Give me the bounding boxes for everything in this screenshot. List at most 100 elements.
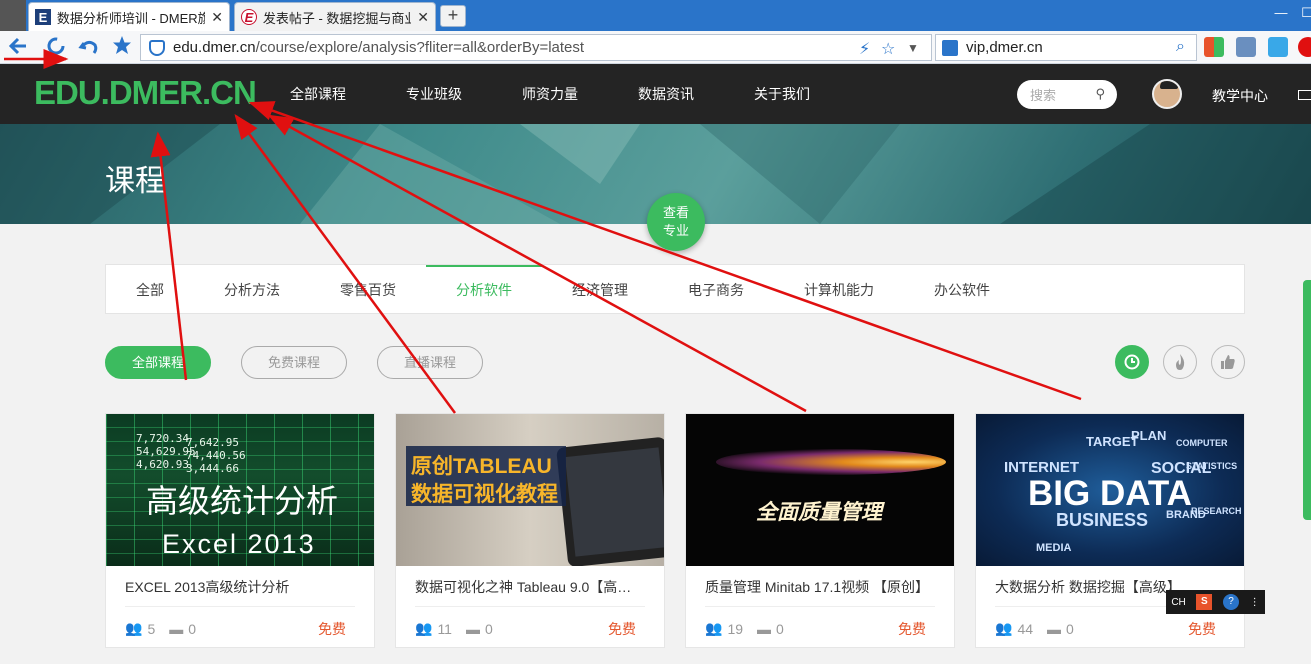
url-input[interactable]: edu.dmer.cn/course/explore/analysis?flit… [140, 34, 932, 61]
browser-tab[interactable]: E 发表帖子 - 数据挖掘与商业智 ✕ [234, 2, 436, 31]
course-title[interactable]: 数据可视化之神 Tableau 9.0【高级】 [415, 577, 645, 597]
latest-clock-icon[interactable] [1115, 345, 1149, 379]
thumb-word: BUSINESS [1056, 510, 1149, 530]
screenshot-icon[interactable] [1236, 37, 1256, 57]
students-icon: 👥 [125, 620, 143, 636]
students-icon: 👥 [705, 620, 723, 636]
url-host: edu.dmer.cn [173, 39, 256, 56]
thumb-word: INTERNET [1004, 459, 1079, 476]
course-thumbnail[interactable]: 7,720.34 54,629.95 4,620.93 7,642.95 74,… [106, 414, 374, 566]
comment-count: 0 [484, 620, 493, 637]
undo-icon[interactable] [77, 35, 101, 59]
ime-language[interactable]: CH [1171, 597, 1185, 608]
tab-title: 发表帖子 - 数据挖掘与商业智 [262, 10, 412, 26]
comment-icon: ▬ [757, 620, 772, 637]
comment-icon: ▬ [169, 620, 184, 637]
nav-teachers[interactable]: 师资力量 [522, 84, 578, 104]
course-title[interactable]: EXCEL 2013高级统计分析 [125, 577, 355, 597]
mail-icon[interactable] [1298, 90, 1311, 100]
course-meta: 👥 19 ▬ 0 [705, 620, 798, 637]
thumb-title: 全面质量管理 [756, 501, 882, 524]
back-icon[interactable] [6, 35, 30, 59]
tab-economics[interactable]: 经济管理 [542, 265, 658, 314]
note-icon[interactable] [1268, 37, 1288, 57]
course-card[interactable]: 7,720.34 54,629.95 4,620.93 7,642.95 74,… [105, 413, 375, 648]
nav-classes[interactable]: 专业班级 [406, 84, 462, 104]
search-icon[interactable]: ⌕ [1176, 38, 1185, 56]
browser-tab-bar: E 数据分析师培训 - DMER旗下 ✕ E 发表帖子 - 数据挖掘与商业智 ✕… [0, 0, 1311, 31]
course-meta: 👥 11 ▬ 0 [415, 620, 507, 637]
filter-live-courses[interactable]: 直播课程 [377, 346, 483, 379]
filter-all-courses[interactable]: 全部课程 [105, 346, 211, 379]
ime-toolbar[interactable]: CH S ? ⋮ [1166, 590, 1265, 614]
profile-avatar[interactable] [0, 0, 26, 31]
thumb-word: COMPUTER [1176, 438, 1228, 448]
help-icon[interactable]: ? [1223, 594, 1240, 610]
course-thumbnail[interactable]: BIG DATA INTERNET BUSINESS TARGET PLAN S… [976, 414, 1244, 566]
course-meta: 👥 44 ▬ 0 [995, 620, 1088, 637]
browser-toolbar: edu.dmer.cn/course/explore/analysis?flit… [0, 31, 1311, 64]
thumb-flare [716, 449, 946, 475]
tab-ecommerce[interactable]: 电子商务 [658, 265, 774, 314]
thumb-subtitle: 数据可视化教程 [411, 483, 558, 506]
nav-news[interactable]: 数据资讯 [638, 84, 694, 104]
recommend-thumb-icon[interactable] [1211, 345, 1245, 379]
tab-computer[interactable]: 计算机能力 [774, 265, 904, 314]
close-tab-icon[interactable]: ✕ [205, 9, 223, 26]
view-major-label-1: 查看 [662, 205, 689, 220]
thumb-word: BIG DATA [1028, 474, 1192, 513]
tab-analysis-methods[interactable]: 分析方法 [194, 265, 310, 314]
close-tab-icon[interactable]: ✕ [411, 9, 429, 26]
filter-free-courses[interactable]: 免费课程 [241, 346, 347, 379]
divider [415, 606, 645, 607]
course-title[interactable]: 质量管理 Minitab 17.1视频 【原创】 [705, 577, 935, 597]
side-feedback-tab[interactable] [1303, 280, 1311, 520]
site-favicon-icon: E [241, 9, 257, 25]
site-search-input[interactable]: 搜索 ⚲ [1017, 80, 1117, 109]
favorite-star-icon[interactable]: ☆ [881, 39, 895, 59]
tab-office[interactable]: 办公软件 [904, 265, 1020, 314]
shield-icon [149, 40, 165, 56]
search-value: vip,dmer.cn [966, 39, 1043, 56]
divider [705, 606, 935, 607]
new-tab-button[interactable]: + [440, 5, 466, 27]
course-thumbnail[interactable]: 全面质量管理 [686, 414, 954, 566]
site-logo[interactable]: EDU.DMER.CN [34, 74, 257, 112]
hot-fire-icon[interactable] [1163, 345, 1197, 379]
teach-center-link[interactable]: 教学中心 [1212, 86, 1268, 106]
browser-tab-active[interactable]: E 数据分析师培训 - DMER旗下 ✕ [28, 2, 230, 31]
tab-retail[interactable]: 零售百货 [310, 265, 426, 314]
course-price: 免费 [1188, 621, 1216, 637]
course-card[interactable]: 全面质量管理 质量管理 Minitab 17.1视频 【原创】 👥 19 ▬ 0 免… [685, 413, 955, 648]
search-placeholder: 搜索 [1030, 88, 1057, 103]
search-icon[interactable]: ⚲ [1095, 86, 1105, 102]
thumb-title: 原创TABLEAU [411, 455, 552, 478]
sogou-icon[interactable]: S [1196, 594, 1213, 610]
lightning-icon[interactable]: ⚡ [859, 39, 870, 59]
maximize-button[interactable]: ☐ [1294, 4, 1311, 22]
apps-icon[interactable] [1204, 37, 1224, 57]
course-thumbnail[interactable]: 原创TABLEAU 数据可视化教程 [396, 414, 664, 566]
category-tabs: 全部 分析方法 零售百货 分析软件 经济管理 电子商务 计算机能力 办公软件 [105, 264, 1245, 314]
star-icon[interactable] [110, 35, 134, 59]
tab-all[interactable]: 全部 [106, 265, 194, 314]
user-avatar[interactable] [1152, 79, 1182, 109]
main-nav: 全部课程 专业班级 师资力量 数据资讯 关于我们 [290, 64, 870, 124]
student-count: 44 [1017, 620, 1034, 637]
view-major-button[interactable]: 查看 专业 [647, 193, 705, 251]
divider [125, 606, 355, 607]
students-icon: 👥 [415, 620, 433, 636]
dropdown-icon[interactable]: ▼ [907, 41, 919, 55]
adblock-icon[interactable] [1298, 37, 1311, 57]
tab-analysis-software[interactable]: 分析软件 [426, 265, 542, 314]
thumb-word: PLAN [1131, 428, 1167, 443]
search-input[interactable]: vip,dmer.cn ⌕ [935, 34, 1197, 61]
ime-menu-icon[interactable]: ⋮ [1250, 597, 1260, 608]
nav-about[interactable]: 关于我们 [754, 84, 810, 104]
thumb-word: RESEARCH [1191, 506, 1242, 516]
course-card[interactable]: 原创TABLEAU 数据可视化教程 数据可视化之神 Tableau 9.0【高级… [395, 413, 665, 648]
refresh-icon[interactable] [44, 35, 68, 59]
nav-all-courses[interactable]: 全部课程 [290, 84, 346, 104]
tab-title: 数据分析师培训 - DMER旗下 [56, 10, 206, 26]
minimize-button[interactable]: — [1268, 4, 1294, 22]
